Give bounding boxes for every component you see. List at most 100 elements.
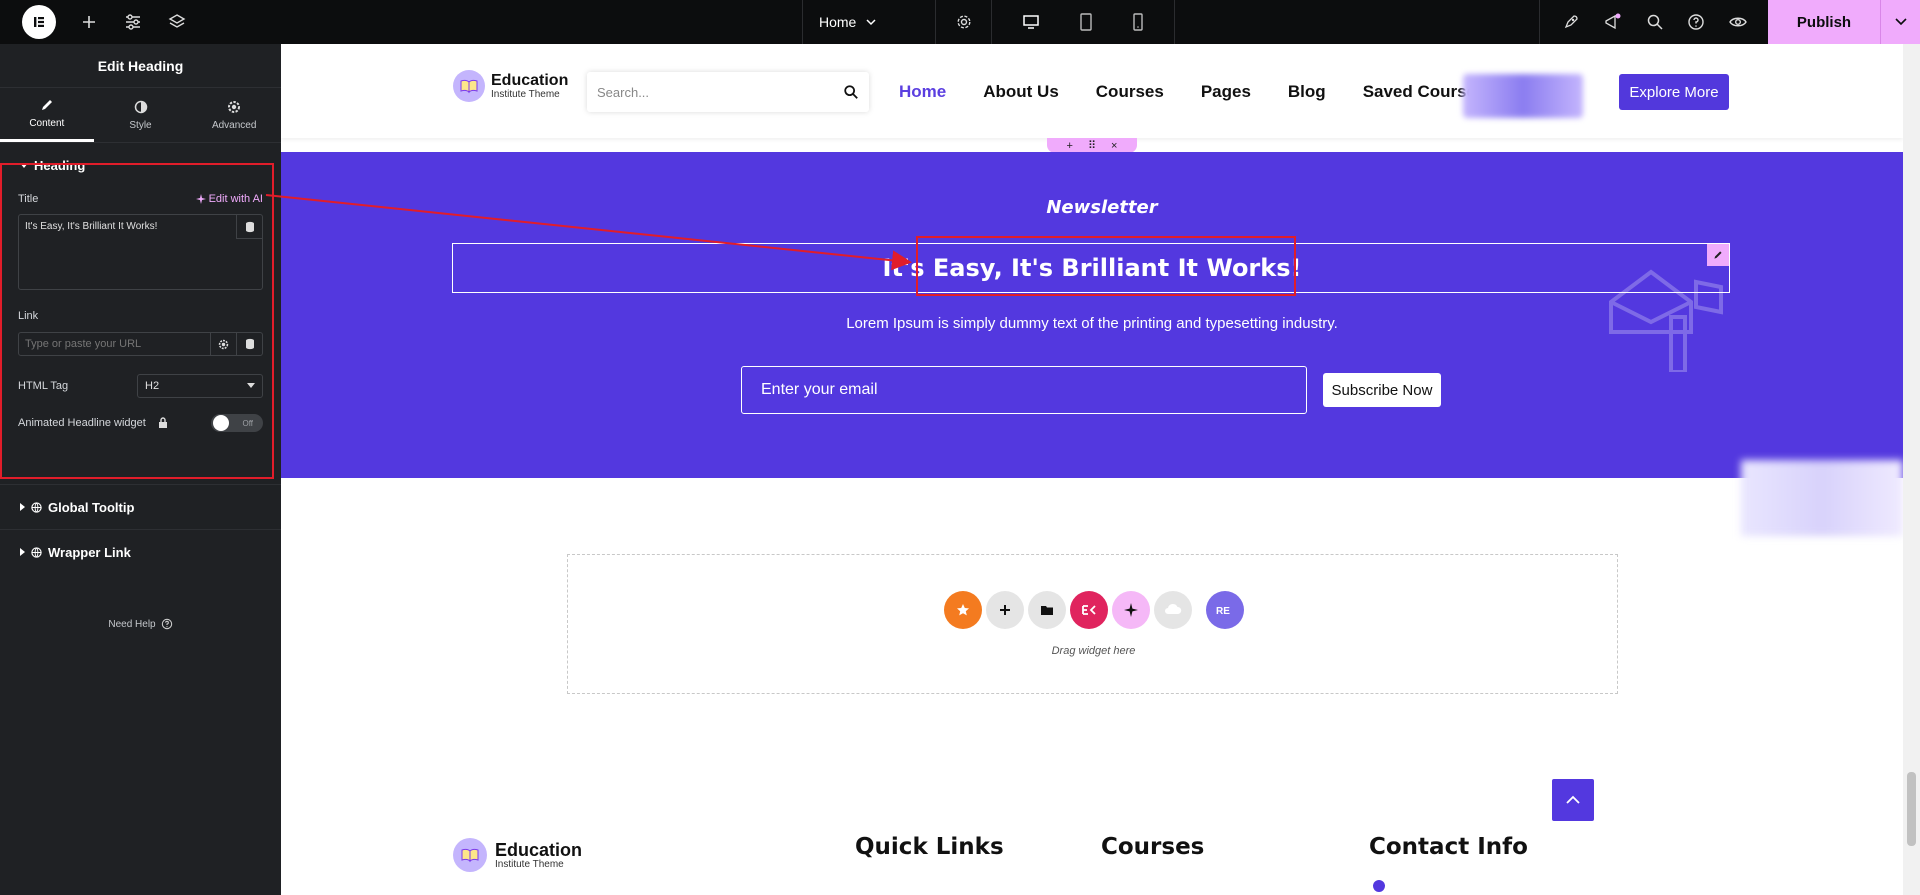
page-settings-button[interactable] <box>936 0 992 44</box>
tab-advanced-label: Advanced <box>211 119 257 131</box>
drag-widget-text: Drag widget here <box>1051 645 1136 657</box>
elementskit-button[interactable] <box>1069 591 1108 629</box>
globe-icon <box>31 501 42 513</box>
nav-courses[interactable]: Courses <box>1096 82 1164 102</box>
panel-highlight-box <box>0 163 274 479</box>
tab-content-label: Content <box>29 118 65 129</box>
need-help-link[interactable]: Need Help <box>0 618 281 630</box>
topbar-left-tools <box>0 0 280 44</box>
site-search[interactable]: Search... <box>587 72 869 112</box>
gear-icon <box>228 100 241 113</box>
preview-canvas: Education Institute Theme Search... Home… <box>281 44 1903 895</box>
book-icon <box>453 838 487 872</box>
canvas-scrollbar[interactable] <box>1903 44 1920 895</box>
folder-icon <box>1040 606 1053 615</box>
location-icon <box>1373 880 1385 892</box>
chevron-down-icon <box>1894 18 1907 26</box>
site-footer: Education Institute Theme Quick Links Co… <box>281 834 1903 895</box>
cloud-icon <box>1164 603 1181 614</box>
section-handle[interactable]: + ⠿ × <box>1047 138 1137 153</box>
drag-handle-icon[interactable]: ⠿ <box>1088 139 1096 152</box>
device-switcher <box>992 0 1175 44</box>
royal-elementor-button[interactable]: RE <box>1205 591 1244 629</box>
site-header: Education Institute Theme Search... Home… <box>281 44 1903 138</box>
pencil-icon <box>41 100 52 110</box>
footer-brand[interactable]: Education Institute Theme <box>453 838 582 872</box>
nav-home[interactable]: Home <box>899 82 946 102</box>
tablet-icon[interactable] <box>1079 13 1093 31</box>
publish-options-button[interactable] <box>1880 0 1920 44</box>
half-circle-icon <box>134 100 147 113</box>
publish-button[interactable]: Publish <box>1768 0 1880 44</box>
newsletter-label: Newsletter <box>1046 197 1158 218</box>
heading-highlight-box <box>916 236 1296 296</box>
ai-button[interactable] <box>1111 591 1150 629</box>
page-selector[interactable]: Home <box>802 0 936 44</box>
cloud-templates-button[interactable] <box>1153 591 1192 629</box>
elementskit-icon <box>1081 605 1096 615</box>
topbar-right: Publish <box>1539 0 1920 44</box>
elementor-logo-icon[interactable] <box>22 5 56 39</box>
chevron-up-icon <box>1566 795 1580 804</box>
desktop-icon[interactable] <box>1022 14 1040 30</box>
search-icon <box>844 85 858 99</box>
add-section-button[interactable] <box>985 591 1024 629</box>
template-library-button[interactable] <box>1027 591 1066 629</box>
caret-right-icon <box>20 548 25 556</box>
site-search-placeholder: Search... <box>597 84 650 100</box>
explore-more-button[interactable]: Explore More <box>1619 74 1729 110</box>
drop-zone-buttons: RE <box>568 591 1619 629</box>
subscribe-button[interactable]: Subscribe Now <box>1323 373 1441 407</box>
search-icon[interactable] <box>1646 13 1664 31</box>
widget-drop-zone[interactable]: RE Drag widget here <box>567 554 1618 694</box>
wrapper-link-label: Wrapper Link <box>48 544 131 560</box>
newsletter-section: Newsletter It's Easy, It's Brilliant It … <box>281 152 1903 478</box>
blurred-element <box>1463 74 1583 118</box>
sliders-icon[interactable] <box>122 11 144 33</box>
blurred-element <box>1741 460 1903 536</box>
collapsed-sections: Global Tooltip Wrapper Link <box>0 484 281 574</box>
help-icon[interactable] <box>1687 13 1705 31</box>
help-icon <box>161 618 172 630</box>
tab-style[interactable]: Style <box>94 88 188 142</box>
brand-subtitle: Institute Theme <box>491 88 560 100</box>
mobile-icon[interactable] <box>1132 13 1144 31</box>
site-brand[interactable]: Education Institute Theme <box>453 70 568 102</box>
svg-text:RE: RE <box>1216 606 1230 616</box>
global-tooltip-section[interactable]: Global Tooltip <box>0 484 281 529</box>
nav-about-us[interactable]: About Us <box>983 82 1059 102</box>
wrapper-link-section[interactable]: Wrapper Link <box>0 529 281 574</box>
layers-icon[interactable] <box>166 11 188 33</box>
nav-blog[interactable]: Blog <box>1288 82 1326 102</box>
gear-icon <box>956 15 971 29</box>
star-icon <box>956 604 969 616</box>
footer-courses-heading: Courses <box>1101 834 1205 860</box>
scroll-to-top-button[interactable] <box>1552 779 1594 821</box>
megaphone-icon[interactable] <box>1603 13 1623 31</box>
footer-brand-name: Education <box>495 839 583 860</box>
tab-content[interactable]: Content <box>0 88 94 142</box>
newsletter-description: Lorem Ipsum is simply dummy text of the … <box>846 315 1338 332</box>
topbar-center: Home <box>802 0 1175 44</box>
site-nav: Home About Us Courses Pages Blog Saved C… <box>899 82 1486 102</box>
plus-icon <box>999 605 1010 615</box>
plus-icon[interactable] <box>78 11 100 33</box>
panel-tabs: Content Style Advanced <box>0 88 281 143</box>
tab-advanced[interactable]: Advanced <box>187 88 281 142</box>
royal-elementor-icon: RE <box>1216 606 1230 616</box>
eye-icon[interactable] <box>1728 13 1748 31</box>
tab-style-label: Style <box>129 119 152 131</box>
sparkle-icon <box>1123 603 1138 617</box>
add-section-icon[interactable]: + <box>1067 140 1073 152</box>
nav-pages[interactable]: Pages <box>1201 82 1251 102</box>
star-button[interactable] <box>943 591 982 629</box>
global-tooltip-label: Global Tooltip <box>48 499 135 515</box>
rocket-icon[interactable] <box>1562 13 1580 31</box>
email-input[interactable]: Enter your email <box>741 366 1307 414</box>
editor-topbar: Home Publish <box>0 0 1920 44</box>
scrollbar-thumb[interactable] <box>1907 772 1916 846</box>
topbar-right-icons <box>1539 0 1768 44</box>
email-placeholder: Enter your email <box>761 381 878 398</box>
panel-title: Edit Heading <box>0 44 281 88</box>
delete-section-icon[interactable]: × <box>1111 140 1117 152</box>
